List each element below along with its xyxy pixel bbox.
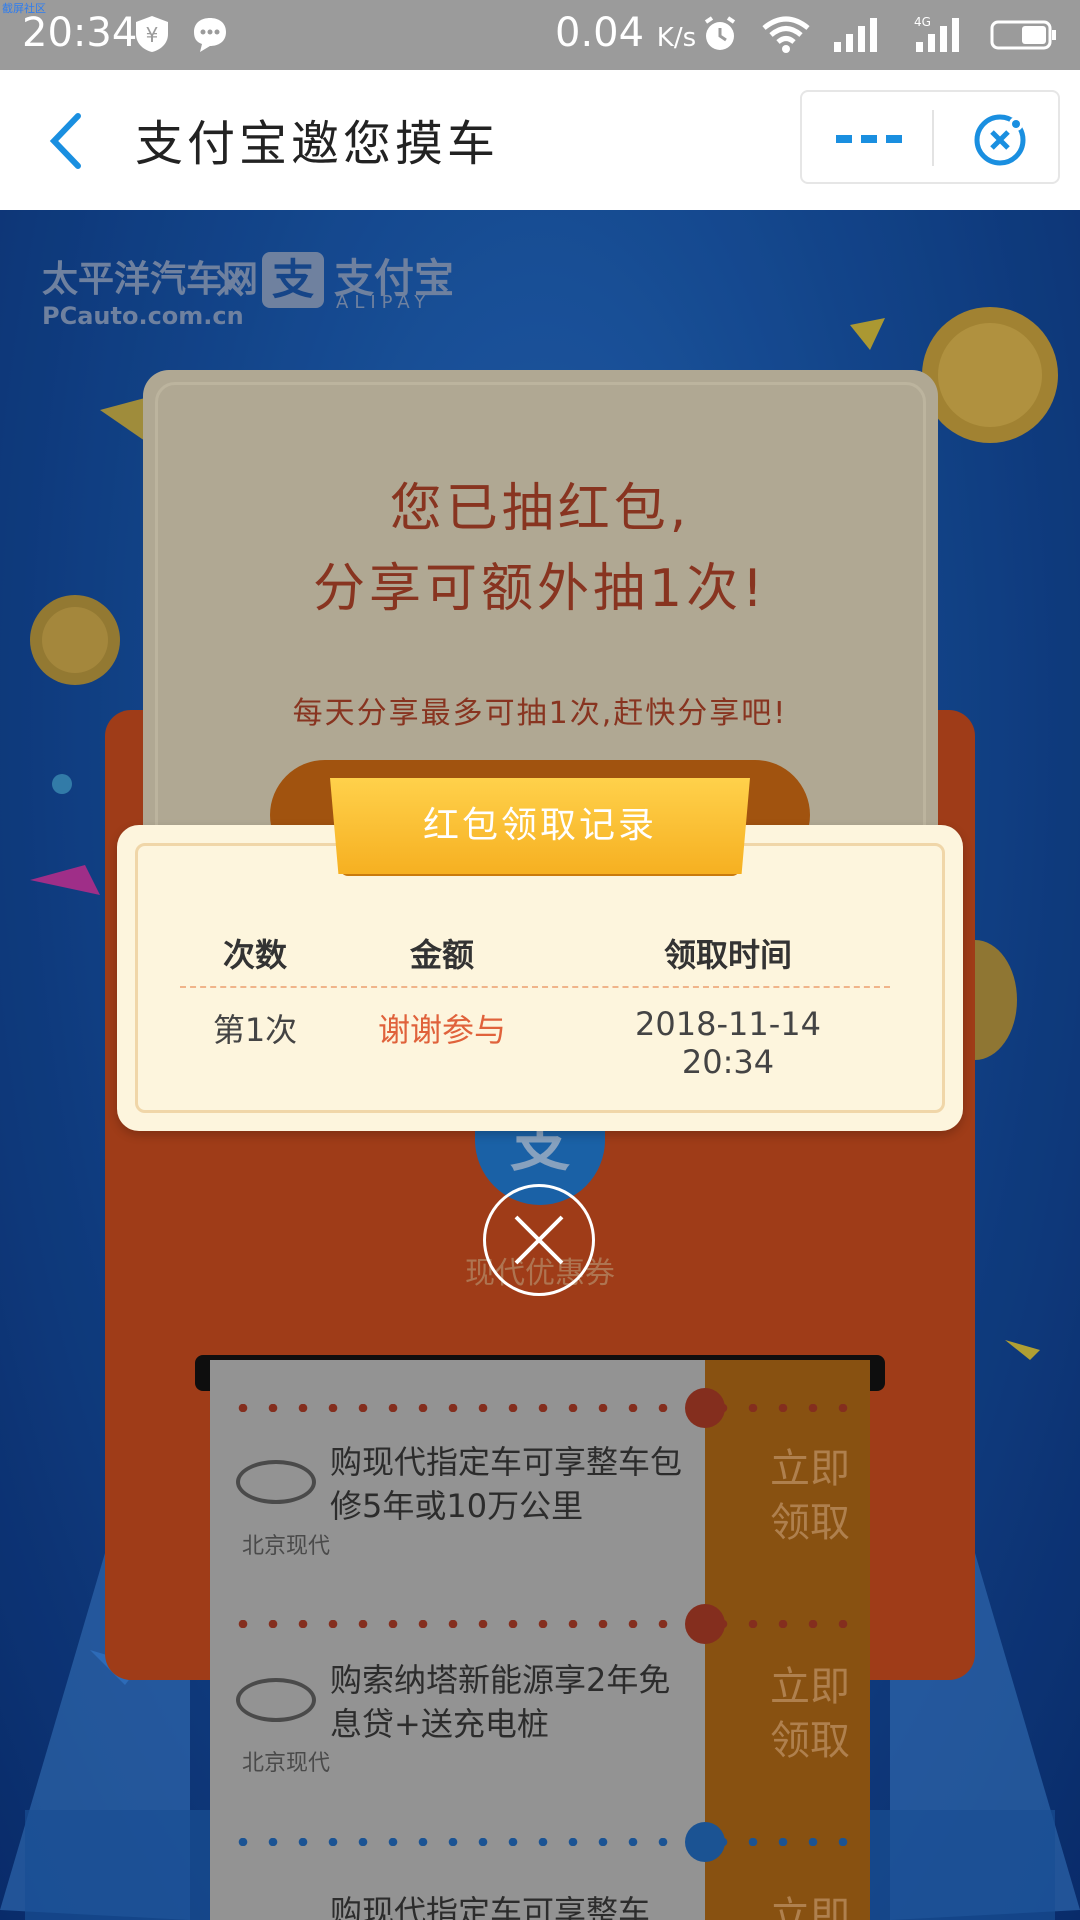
modal-close-button[interactable] <box>483 1184 595 1296</box>
alarm-icon <box>704 16 736 50</box>
more-dots-icon[interactable] <box>834 122 904 156</box>
svg-text:¥: ¥ <box>146 23 159 47</box>
battery-icon <box>990 20 1056 50</box>
header-divider <box>180 986 890 988</box>
status-bar: 截屏社区 20:34 ¥ 0.04 K/s 4G <box>0 0 1080 70</box>
network-speed: 0.04 K/s <box>555 10 697 56</box>
status-time: 20:34 <box>22 10 138 56</box>
shield-yen-icon: ¥ <box>136 16 168 52</box>
record-count: 第1次 <box>212 1011 298 1049</box>
modal-title-ribbon: 红包领取记录 <box>330 778 750 874</box>
record-time: 2018-11-14 20:34 <box>635 1005 821 1081</box>
page-title: 支付宝邀您摸车 <box>135 116 500 172</box>
mini-app-capsule <box>800 90 1060 184</box>
title-bar: 支付宝邀您摸车 <box>0 70 1080 210</box>
mini-close-icon[interactable] <box>972 112 1028 168</box>
column-header-time: 领取时间 <box>663 936 792 974</box>
chat-bubble-icon <box>194 18 226 52</box>
record-amount: 谢谢参与 <box>377 1011 506 1049</box>
network-type-label: 4G <box>914 15 931 29</box>
close-circle-icon <box>514 1215 564 1265</box>
signal-icon <box>834 18 877 52</box>
back-button[interactable] <box>40 106 100 176</box>
column-header-amount: 金额 <box>409 936 474 974</box>
signal-4g-icon: 4G <box>914 15 959 52</box>
wifi-icon <box>762 16 810 53</box>
column-header-count: 次数 <box>222 936 287 974</box>
capsule-divider <box>932 110 934 166</box>
